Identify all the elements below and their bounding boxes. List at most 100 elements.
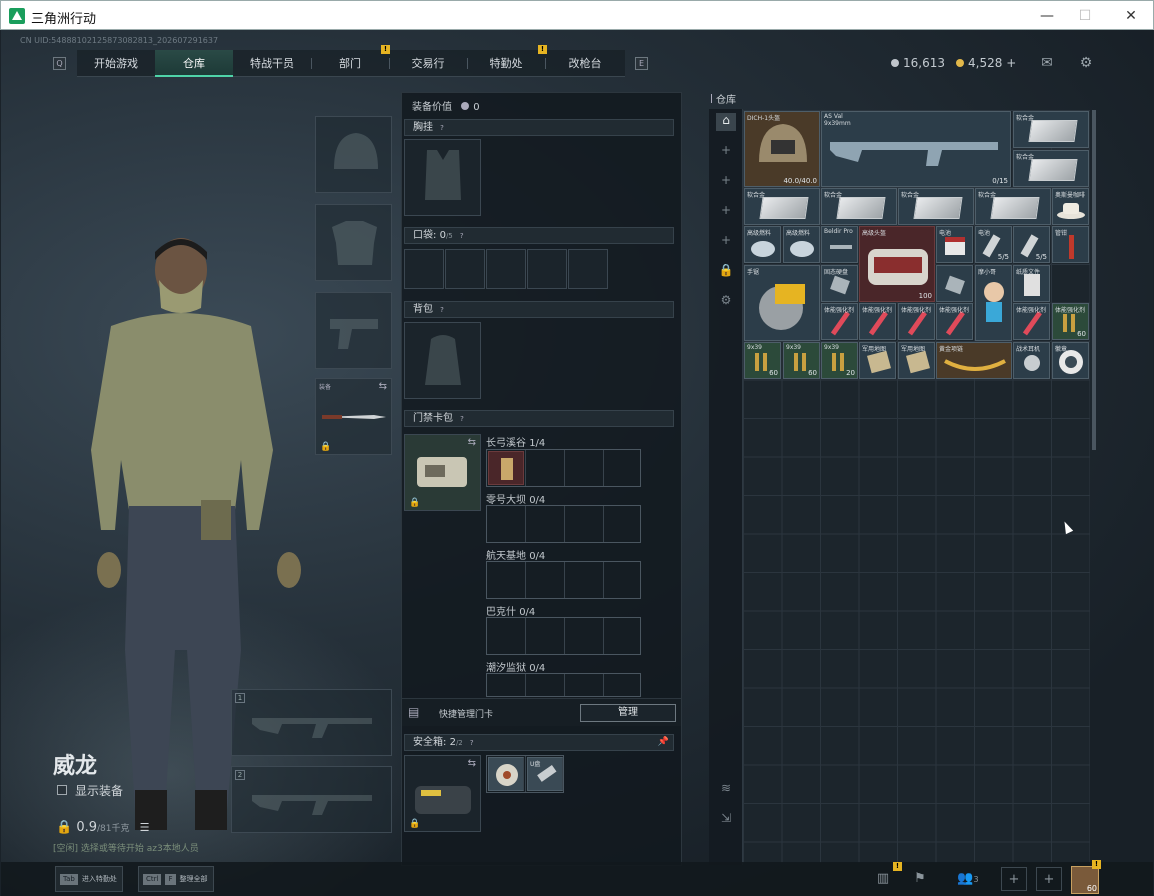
add-squad-slot[interactable]: + — [1001, 867, 1027, 891]
warehouse-scrollbar[interactable] — [1092, 110, 1096, 450]
ssd-item[interactable] — [936, 265, 973, 302]
material-item[interactable]: 软合金 — [821, 188, 897, 225]
help-icon[interactable]: ? — [457, 231, 467, 241]
map-item[interactable]: 军用地图 — [859, 342, 896, 379]
secondary-weapon-slot[interactable]: 2 — [231, 766, 392, 833]
material-item[interactable]: 软合金 — [1013, 111, 1089, 148]
ssd-item[interactable]: 固态硬盘 — [821, 265, 858, 302]
friends-button[interactable]: 👥3 — [951, 867, 985, 891]
add-tab-icon[interactable]: + — [716, 173, 736, 191]
add-tab-icon[interactable]: + — [716, 233, 736, 251]
show-gear-checkbox[interactable] — [57, 785, 67, 795]
pocket-slot[interactable] — [527, 249, 567, 289]
sort-icon[interactable]: ⇲ — [716, 811, 736, 829]
gear-icon[interactable]: ⚙ — [1077, 55, 1095, 71]
safebox-item[interactable] — [488, 757, 524, 791]
add-tab-icon[interactable]: + — [716, 143, 736, 161]
pocket-slot[interactable] — [445, 249, 485, 289]
document-item[interactable]: 纸质文件 — [1013, 265, 1050, 302]
pocket-slot[interactable] — [568, 249, 608, 289]
keycard-grid[interactable] — [486, 673, 641, 697]
figurine-item[interactable]: 摩小哥 — [975, 265, 1012, 341]
stim-item[interactable]: 体能强化剂 — [898, 303, 935, 340]
safebox-item[interactable]: U盘 — [527, 757, 563, 791]
minimize-button[interactable]: — — [1033, 5, 1061, 27]
tab-department[interactable]: 部门 — [311, 50, 389, 77]
component-item[interactable]: Beldir Pro — [821, 226, 858, 263]
helmet-slot[interactable] — [315, 116, 392, 193]
pistol-slot[interactable] — [315, 292, 392, 369]
keycard-grid[interactable] — [486, 505, 641, 543]
pocket-slot[interactable] — [486, 249, 526, 289]
help-icon[interactable]: ? — [457, 414, 467, 424]
tab-operators[interactable]: 特战干员 — [233, 50, 311, 77]
add-tab-icon[interactable]: + — [716, 203, 736, 221]
ammo-item[interactable]: 9x39 20 — [821, 342, 858, 379]
mail-icon[interactable]: ✉ — [1038, 55, 1056, 71]
layers-icon[interactable]: ≋ — [716, 781, 736, 799]
safebox-slot[interactable]: ⇆ 🔒 — [404, 755, 481, 832]
melee-slot[interactable]: 装备 ⇆ 🔒 — [315, 378, 392, 455]
map-item[interactable]: 军用地图 — [898, 342, 935, 379]
rifle-item[interactable]: AS Val 9x39mm 0/15 — [821, 111, 1011, 187]
tab-warehouse[interactable]: 仓库 — [155, 50, 233, 77]
enter-special-ops-button[interactable]: Tab 进入特勤处 — [55, 866, 123, 892]
tab-trading[interactable]: 交易行 — [389, 50, 467, 77]
wrench-item[interactable]: 管钳 — [1052, 226, 1089, 263]
tab-start-game[interactable]: 开始游戏 — [77, 50, 155, 77]
help-icon[interactable]: ? — [467, 738, 477, 748]
add-currency-button[interactable]: + — [1006, 56, 1016, 70]
ammo-item[interactable]: 9x39 60 — [783, 342, 820, 379]
tab-gunsmith[interactable]: 改枪台 — [545, 50, 625, 77]
helmet-item[interactable]: DICH-1头盔 40.0/40.0 — [744, 111, 820, 187]
fuel-item[interactable]: 高级燃料 — [744, 226, 781, 263]
settings-tab-icon[interactable]: ⚙ — [716, 293, 736, 311]
stim-item[interactable]: 体能强化剂 — [859, 303, 896, 340]
necklace-item[interactable]: 黄金项链 — [936, 342, 1012, 379]
primary-weapon-slot[interactable]: 1 — [231, 689, 392, 756]
fuel-item[interactable]: 高级燃料 — [783, 226, 820, 263]
ammo-item[interactable]: 体能强化剂 60 — [1052, 303, 1089, 340]
warehouse-main-tab-icon[interactable]: ⌂ — [716, 113, 736, 131]
keycard-case-slot[interactable]: ⇆ 🔒 — [404, 434, 481, 511]
safebox-grid[interactable]: U盘 — [486, 755, 564, 793]
keycard-grid[interactable] — [486, 561, 641, 599]
toolbox-item[interactable]: 高级头盔 100 — [859, 226, 935, 302]
material-item[interactable]: 软合金 — [898, 188, 974, 225]
stim-item[interactable]: 体能强化剂 — [821, 303, 858, 340]
tab-special-ops[interactable]: 特勤处 — [467, 50, 545, 77]
nav-right-key[interactable]: E — [635, 57, 648, 70]
keycard-item[interactable] — [488, 451, 524, 485]
flag-icon[interactable]: ⚑ — [907, 867, 933, 891]
ammo-item[interactable]: 9x39 60 — [744, 342, 781, 379]
armor-slot[interactable] — [315, 204, 392, 281]
coffee-item[interactable]: 奥斯曼咖啡 — [1052, 188, 1089, 225]
battery-item[interactable]: 5/5 — [1013, 226, 1050, 263]
stim-item[interactable]: 体能强化剂 — [1013, 303, 1050, 340]
manage-button[interactable]: 管理 — [580, 704, 676, 722]
add-squad-slot[interactable]: + — [1036, 867, 1062, 891]
backpack-slot[interactable] — [404, 322, 481, 399]
stim-item[interactable]: 体能强化剂 — [936, 303, 973, 340]
badge-item[interactable]: 徽章 — [1052, 342, 1089, 379]
keycard-grid[interactable] — [486, 617, 641, 655]
material-item[interactable]: 软合金 — [1013, 150, 1089, 187]
pocket-slot[interactable] — [404, 249, 444, 289]
pin-icon[interactable]: 📌 — [658, 735, 669, 750]
lock-tab-icon[interactable]: 🔒 — [716, 263, 736, 281]
sort-all-button[interactable]: Ctrl F 整理全部 — [138, 866, 214, 892]
saw-item[interactable]: 手锯 — [744, 265, 820, 341]
player-avatar[interactable]: 60 — [1071, 866, 1099, 894]
chest-rig-slot[interactable] — [404, 139, 481, 216]
battery-item[interactable]: 电池 5/5 — [975, 226, 1012, 263]
warehouse-grid[interactable]: DICH-1头盔 40.0/40.0 AS Val 9x39mm 0/15 软合金 软… — [743, 110, 1090, 863]
help-icon[interactable]: ? — [437, 123, 447, 133]
maximize-button[interactable]: ☐ — [1071, 5, 1099, 27]
material-item[interactable]: 软合金 — [975, 188, 1051, 225]
keycard-grid[interactable] — [486, 449, 641, 487]
help-icon[interactable]: ? — [437, 305, 447, 315]
battery-item[interactable]: 电池 — [936, 226, 973, 263]
material-item[interactable]: 软合金 — [744, 188, 820, 225]
list-icon[interactable]: ☰ — [140, 821, 150, 834]
close-button[interactable]: ✕ — [1117, 5, 1145, 27]
